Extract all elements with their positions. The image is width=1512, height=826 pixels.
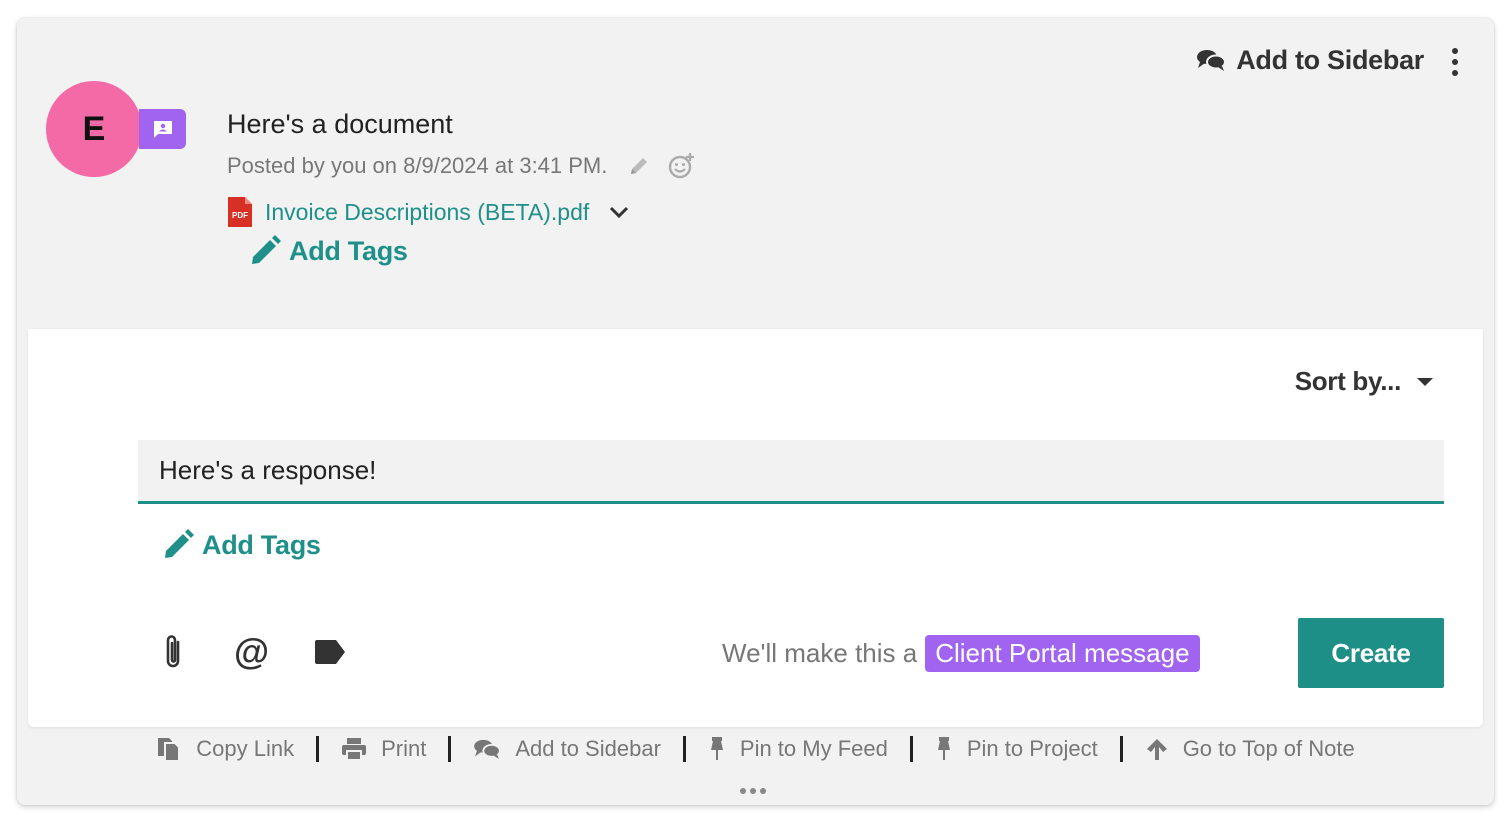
chat-bubbles-icon (474, 739, 502, 760)
portal-prefix: We'll make this a (722, 638, 918, 668)
post-meta: Posted by you on 8/9/2024 at 3:41 PM. (227, 152, 697, 180)
kebab-vertical-icon[interactable] (1450, 44, 1460, 76)
copy-link-button[interactable]: Copy Link (156, 736, 294, 762)
post-meta-text: Posted by you on 8/9/2024 at 3:41 PM. (227, 153, 608, 178)
copy-link-label: Copy Link (196, 736, 295, 761)
response-input[interactable] (138, 440, 1444, 504)
portal-notice: We'll make this a Client Portal message (722, 635, 1200, 672)
pin-to-feed-button[interactable]: Pin to My Feed (708, 736, 888, 762)
divider (1119, 736, 1123, 762)
chevron-down-icon[interactable] (609, 205, 629, 219)
client-portal-badge: Client Portal message (925, 635, 1200, 672)
go-to-top-button[interactable]: Go to Top of Note (1145, 736, 1355, 762)
edit-pencil-icon[interactable] (627, 154, 651, 178)
print-label: Print (381, 736, 427, 761)
message-icon (153, 121, 172, 138)
mention-at-icon[interactable]: @ (234, 634, 269, 670)
divider (682, 736, 686, 762)
post-title: Here's a document (227, 109, 453, 139)
add-to-sidebar-button[interactable]: Add to Sidebar (1196, 45, 1424, 76)
print-button[interactable]: Print (341, 736, 426, 762)
paperclip-icon[interactable] (160, 633, 186, 671)
pencil-icon (165, 529, 194, 558)
footer-add-to-sidebar-button[interactable]: Add to Sidebar (473, 736, 661, 762)
pin-to-project-button[interactable]: Pin to Project (935, 736, 1098, 762)
avatar: E (46, 81, 142, 177)
add-tags-label: Add Tags (289, 235, 408, 266)
add-reaction-icon[interactable] (667, 152, 697, 180)
go-to-top-label: Go to Top of Note (1182, 736, 1355, 761)
composer-tools: @ (160, 633, 347, 671)
tag-icon[interactable] (313, 639, 347, 665)
add-tags-post-button[interactable]: Add Tags (249, 235, 408, 267)
arrow-up-icon (1146, 739, 1167, 760)
create-button[interactable]: Create (1298, 618, 1444, 688)
reply-panel: Sort by... Add Tags @ (28, 329, 1483, 727)
pencil-icon (252, 235, 281, 264)
copy-icon (158, 738, 181, 762)
divider (909, 736, 913, 762)
divider (448, 736, 452, 762)
chat-bubbles-icon (1197, 50, 1227, 71)
caret-down-icon (1417, 377, 1433, 386)
divider (316, 736, 320, 762)
pin-to-project-label: Pin to Project (966, 736, 1098, 761)
more-horizontal-icon[interactable] (740, 788, 766, 794)
pushpin-icon (710, 737, 723, 760)
top-actions: Add to Sidebar (1196, 44, 1460, 76)
printer-icon (342, 738, 367, 761)
footer-actions: Copy Link Print Add to Sidebar Pin to My… (17, 736, 1494, 762)
message-badge (139, 109, 186, 149)
note-card: Add to Sidebar E Here's a document Poste… (17, 18, 1494, 805)
add-to-sidebar-label: Add to Sidebar (1236, 44, 1424, 75)
sort-dropdown[interactable]: Sort by... (1295, 366, 1433, 397)
pin-to-feed-label: Pin to My Feed (739, 736, 888, 761)
attachment-link[interactable]: Invoice Descriptions (BETA).pdf (265, 199, 589, 226)
attachment: PDF Invoice Descriptions (BETA).pdf (227, 196, 629, 228)
pushpin-icon (937, 737, 950, 760)
sort-label: Sort by... (1294, 366, 1402, 396)
pdf-file-icon: PDF (228, 197, 252, 227)
svg-text:PDF: PDF (232, 211, 248, 220)
add-tags-reply-button[interactable]: Add Tags (162, 529, 321, 561)
add-tags-label: Add Tags (202, 529, 321, 560)
add-to-sidebar-label: Add to Sidebar (515, 736, 661, 761)
